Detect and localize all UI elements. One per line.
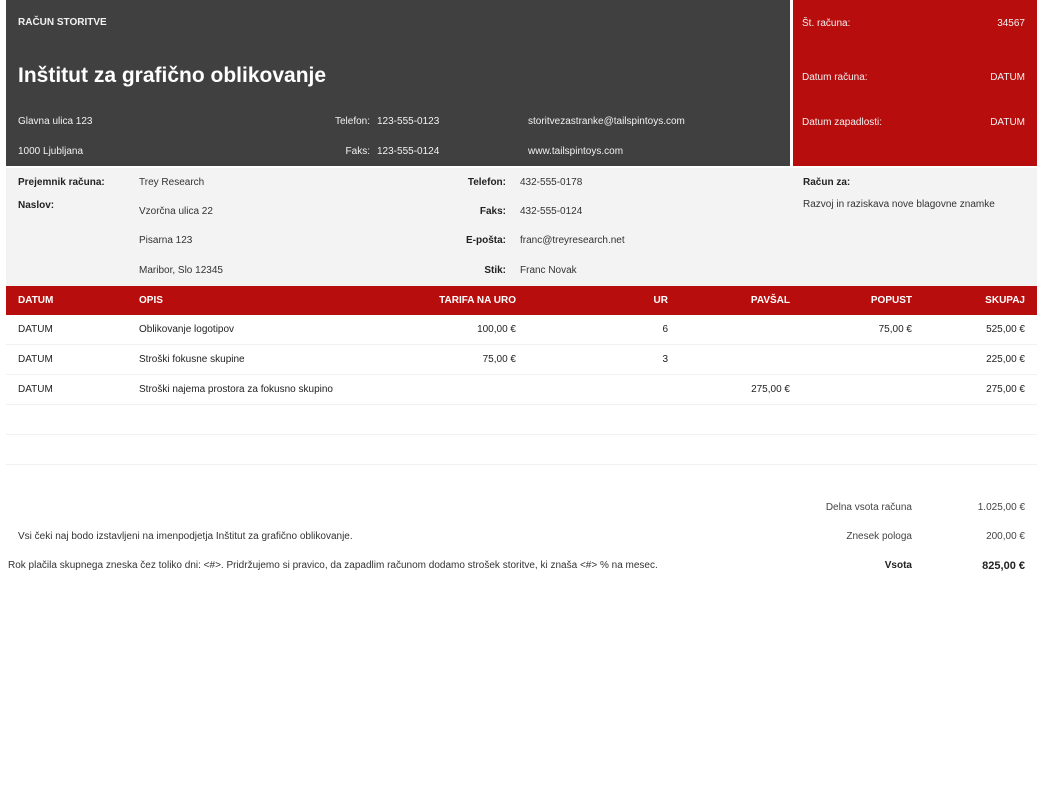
recipient-phone-label: Telefon: <box>467 177 506 188</box>
row-flat-fee: 275,00 € <box>751 384 790 395</box>
recipient-name-label: Prejemnik računa: <box>18 177 105 188</box>
payment-note-terms: Rok plačila skupnega zneska čez toliko d… <box>8 560 658 571</box>
recipient-email-label: E-pošta: <box>466 235 506 246</box>
row-divider <box>6 404 1037 405</box>
recipient-fax: 432-555-0124 <box>520 206 583 217</box>
due-date: DATUM <box>990 117 1025 128</box>
deposit-label: Znesek pologa <box>846 531 912 542</box>
row-divider <box>6 464 1037 465</box>
bill-for-label: Račun za: <box>803 177 851 188</box>
recipient-address-label: Naslov: <box>18 200 55 211</box>
invoice-number-label: Št. računa: <box>802 18 851 29</box>
row-date: DATUM <box>18 324 53 335</box>
row-discount: 75,00 € <box>878 324 912 335</box>
row-date: DATUM <box>18 354 53 365</box>
invoice-number: 34567 <box>997 18 1025 29</box>
company-phone-label: Telefon: <box>334 116 370 127</box>
col-header-description: OPIS <box>139 295 163 306</box>
recipient-address-line3: Maribor, Slo 12345 <box>139 265 223 276</box>
recipient-name: Trey Research <box>139 177 205 188</box>
company-phone: 123-555-0123 <box>377 116 440 127</box>
col-header-total: SKUPAJ <box>985 295 1025 306</box>
invoice-date-label: Datum računa: <box>802 72 868 83</box>
company-fax-label: Faks: <box>345 146 370 157</box>
items-table-header: DATUM OPIS TARIFA NA URO UR PAVŠAL POPUS… <box>6 286 1037 315</box>
company-name: Inštitut za grafično oblikovanje <box>18 64 327 87</box>
bill-for-value: Razvoj in raziskava nove blagovne znamke <box>803 199 995 210</box>
company-email: storitvezastranke@tailspintoys.com <box>528 116 685 127</box>
row-description: Stroški najema prostora za fokusno skupi… <box>139 384 333 395</box>
deposit-value: 200,00 € <box>986 531 1025 542</box>
col-header-rate: TARIFA NA URO <box>439 295 516 306</box>
company-fax: 123-555-0124 <box>377 146 440 157</box>
row-total: 225,00 € <box>986 354 1025 365</box>
row-total: 525,00 € <box>986 324 1025 335</box>
recipient-phone: 432-555-0178 <box>520 177 583 188</box>
company-website: www.tailspintoys.com <box>528 146 624 157</box>
row-hours: 3 <box>662 354 668 365</box>
row-description: Oblikovanje logotipov <box>139 324 235 335</box>
col-header-hours: UR <box>653 295 668 306</box>
due-date-label: Datum zapadlosti: <box>802 117 883 128</box>
subtotal-label: Delna vsota računa <box>825 502 912 513</box>
recipient-contact: Franc Novak <box>520 265 577 276</box>
total-label: Vsota <box>884 560 912 571</box>
company-address-line2: 1000 Ljubljana <box>18 146 84 157</box>
recipient-email: franc@treyresearch.net <box>520 235 625 246</box>
recipient-address-line1: Vzorčna ulica 22 <box>139 206 213 217</box>
company-address-line1: Glavna ulica 123 <box>18 116 93 127</box>
row-hours: 6 <box>662 324 668 335</box>
col-header-flat-fee: PAVŠAL <box>750 295 790 306</box>
subtotal-value: 1.025,00 € <box>977 502 1025 513</box>
row-total: 275,00 € <box>986 384 1025 395</box>
header-company-block: RAČUN STORITVE Inštitut za grafično obli… <box>6 0 790 166</box>
row-date: DATUM <box>18 384 53 395</box>
recipient-fax-label: Faks: <box>479 206 506 217</box>
row-description: Stroški fokusne skupine <box>139 354 245 365</box>
invoice-date: DATUM <box>990 72 1025 83</box>
doc-type-label: RAČUN STORITVE <box>18 17 107 28</box>
col-header-discount: POPUST <box>870 295 912 306</box>
recipient-address-line2: Pisarna 123 <box>139 235 193 246</box>
payment-note-checks: Vsi čeki naj bodo izstavljeni na imenpod… <box>18 531 353 542</box>
invoice-meta-block: Št. računa: 34567 Datum računa: DATUM Da… <box>793 0 1037 166</box>
row-divider <box>6 434 1037 435</box>
row-rate: 100,00 € <box>477 324 516 335</box>
total-value: 825,00 € <box>982 560 1025 572</box>
recipient-section: Prejemnik računa: Trey Research Naslov: … <box>6 168 1037 286</box>
recipient-contact-label: Stik: <box>484 265 506 276</box>
row-divider <box>6 374 1037 375</box>
row-rate: 75,00 € <box>482 354 516 365</box>
row-divider <box>6 344 1037 345</box>
col-header-date: DATUM <box>18 295 54 306</box>
